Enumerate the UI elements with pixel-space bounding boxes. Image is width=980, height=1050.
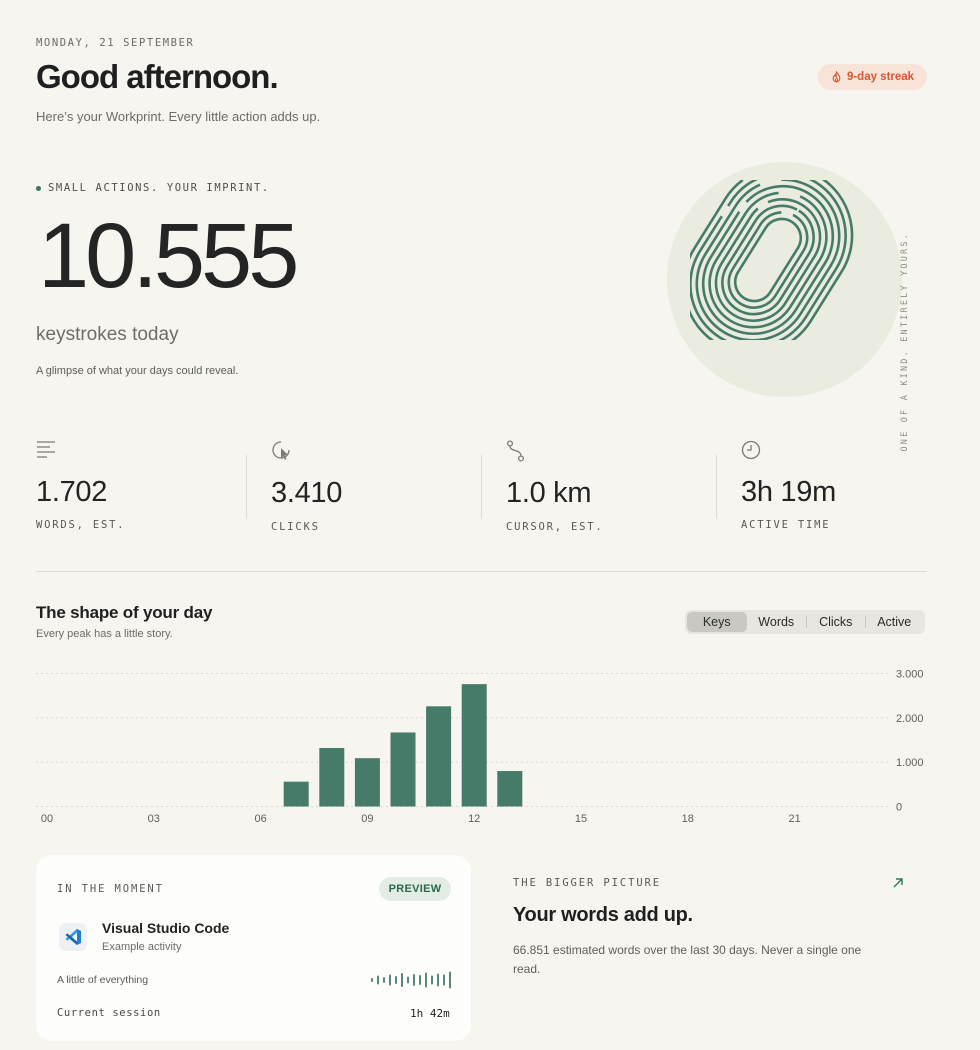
clock-icon — [741, 440, 761, 460]
fingerprint-ring — [721, 204, 815, 316]
streak-badge[interactable]: 9-day streak — [818, 64, 927, 90]
x-tick-label: 12 — [468, 813, 480, 825]
y-tick-label: 3.000 — [896, 669, 924, 681]
x-tick-label: 00 — [41, 813, 53, 825]
session-label: Current session — [57, 1007, 161, 1019]
wave-bar — [377, 975, 379, 985]
wave-bar — [389, 974, 391, 986]
hero-caption: A glimpse of what your days could reveal… — [36, 365, 239, 377]
stat-divider — [481, 455, 482, 519]
x-tick-label: 18 — [682, 813, 694, 825]
vscode-icon — [59, 923, 87, 951]
cursor-click-icon — [272, 441, 290, 460]
y-tick-label: 1.000 — [896, 757, 924, 769]
stat-label: CLICKS — [271, 521, 320, 533]
page-title: Good afternoon. — [36, 58, 279, 95]
stat-clicks: 3.410 CLICKS — [271, 438, 481, 538]
hero-eyebrow-label: SMALL ACTIONS. YOUR IMPRINT. — [48, 182, 270, 194]
bar-hour-9 — [354, 758, 380, 807]
chart-title: The shape of your day — [36, 603, 213, 622]
app-name: Visual Studio Code — [102, 920, 230, 936]
stat-value: 3.410 — [271, 477, 343, 509]
wave-bar — [437, 973, 439, 987]
stat-active-time: 3h 19m ACTIVE TIME — [741, 438, 951, 538]
keystroke-unit: keystrokes today — [36, 324, 179, 345]
bar-hour-13 — [497, 771, 523, 807]
session-value: 1h 42m — [410, 1007, 450, 1020]
bigger-picture-eyebrow: THE BIGGER PICTURE — [513, 877, 661, 889]
wave-bar — [449, 971, 451, 989]
stat-value: 1.702 — [36, 476, 108, 508]
wave-bar — [383, 977, 385, 983]
wave-bar — [371, 978, 373, 982]
wave-bar — [407, 976, 409, 984]
wave-bar — [431, 975, 433, 985]
path-icon — [506, 440, 525, 462]
stat-value: 3h 19m — [741, 476, 836, 508]
x-tick-label: 03 — [148, 813, 160, 825]
wave-bar — [443, 974, 445, 986]
wave-bar — [401, 973, 403, 987]
streak-label: 9-day streak — [846, 71, 915, 83]
lines-icon — [37, 441, 55, 458]
accent-dot — [36, 185, 41, 191]
stat-divider — [246, 455, 247, 519]
tab-words[interactable]: Words — [747, 612, 807, 632]
stat-label: ACTIVE TIME — [741, 519, 831, 531]
activity-mix-label: A little of everything — [57, 974, 149, 986]
tab-clicks[interactable]: Clicks — [807, 612, 865, 632]
y-tick-label: 2.000 — [896, 713, 924, 725]
x-tick-label: 21 — [788, 813, 800, 825]
date-label: MONDAY, 21 SEPTEMBER — [36, 37, 195, 49]
stat-label: WORDS, EST. — [36, 519, 126, 531]
stat-divider — [716, 455, 717, 519]
app-activity: Example activity — [102, 941, 182, 953]
bigger-picture-text: 66.851 estimated words over the last 30 … — [513, 943, 862, 976]
hourly-bar-chart: 3.0002.0001.000000 03 06 09 12 15 18 21 — [36, 669, 924, 825]
section-divider — [36, 571, 927, 572]
in-the-moment-card: IN THE MOMENT PREVIEW Visual Studio Code… — [36, 855, 471, 1041]
wave-bar — [413, 974, 415, 986]
preview-badge: PREVIEW — [379, 877, 451, 901]
flame-icon — [832, 71, 841, 83]
activity-waveform — [371, 971, 451, 989]
x-tick-label: 09 — [361, 813, 373, 825]
stat-value: 1.0 km — [506, 477, 592, 509]
chart-subtitle: Every peak has a little story. — [36, 628, 173, 640]
fingerprint-graphic — [690, 180, 854, 340]
keystroke-count: 10.555 — [38, 205, 299, 307]
stat-cursor: 1.0 km CURSOR, EST. — [506, 438, 716, 538]
stat-label: CURSOR, EST. — [506, 521, 604, 533]
side-caption: ONE OF A KIND. ENTIRELY YOURS. — [900, 232, 910, 452]
tab-keys[interactable]: Keys — [687, 612, 747, 632]
metric-tabs: Keys Words Clicks Active — [685, 610, 925, 634]
x-tick-label: 06 — [254, 813, 266, 825]
stat-words: 1.702 WORDS, EST. — [36, 438, 246, 538]
bar-hour-10 — [390, 732, 416, 807]
bigger-picture-title: Your words add up. — [513, 904, 693, 926]
fingerprint-ring — [733, 217, 803, 303]
wave-bar — [419, 975, 421, 985]
hero-eyebrow: SMALL ACTIONS. YOUR IMPRINT. — [36, 182, 270, 194]
x-tick-label: 15 — [575, 813, 587, 825]
bar-hour-8 — [319, 747, 345, 807]
arrow-up-right-icon[interactable] — [891, 876, 905, 890]
wave-bar — [425, 972, 427, 988]
bar-hour-11 — [426, 706, 452, 807]
fingerprint-rings — [690, 180, 854, 340]
bar-hour-12 — [461, 684, 487, 807]
bar-hour-7 — [283, 781, 309, 807]
wave-bar — [395, 976, 397, 984]
page-subtitle: Here’s your Workprint. Every little acti… — [36, 109, 321, 124]
tab-active[interactable]: Active — [865, 612, 923, 632]
y-tick-label: 0 — [896, 802, 902, 814]
card-eyebrow: IN THE MOMENT — [57, 883, 164, 895]
